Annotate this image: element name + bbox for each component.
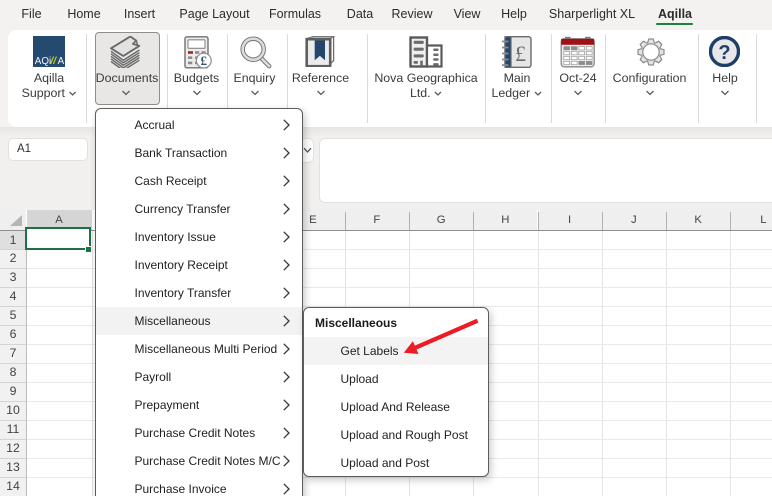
svg-text:AQi: AQi [35,56,51,67]
svg-text:£: £ [515,41,526,66]
svg-text:A: A [57,56,64,67]
svg-text:£: £ [201,53,208,68]
svg-text:?: ? [718,42,730,64]
svg-text://: // [49,56,57,67]
